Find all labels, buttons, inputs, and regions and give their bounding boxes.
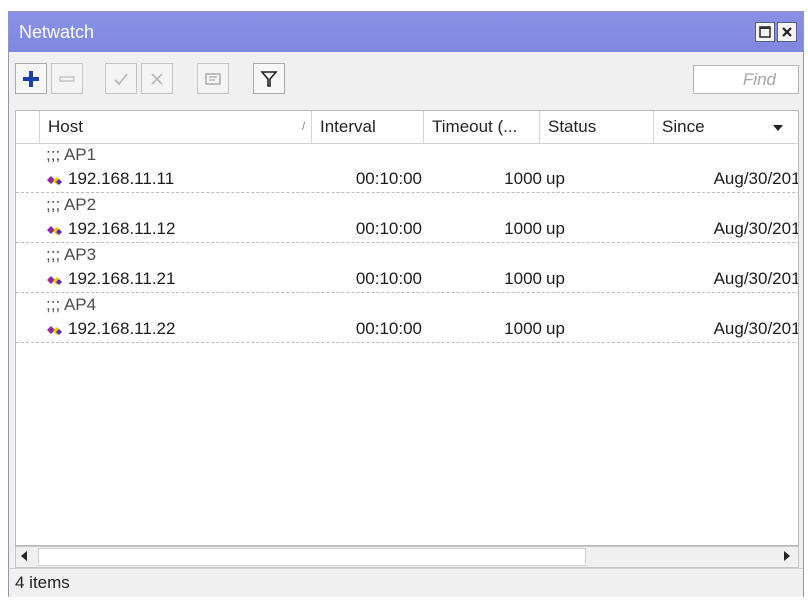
status-cell: up — [546, 319, 565, 338]
window-title: Netwatch — [19, 22, 95, 42]
host-icon — [47, 326, 62, 335]
host-cell: 192.168.11.11 — [68, 169, 175, 188]
toolbar — [9, 52, 803, 110]
chevron-down-icon — [773, 124, 783, 131]
timeout-cell: 1000 — [504, 219, 542, 238]
comment-row[interactable]: ;;; AP4 — [16, 293, 798, 319]
find-input[interactable] — [694, 66, 798, 93]
column-interval[interactable]: Interval — [312, 111, 424, 143]
comment-button[interactable] — [197, 63, 229, 94]
column-timeout[interactable]: Timeout (... — [424, 111, 540, 143]
filter-icon — [260, 70, 278, 87]
status-cell: up — [546, 219, 565, 238]
since-cell: Aug/30/2015 — [713, 219, 798, 238]
table-header: Host / Interval Timeout (... Status Sinc… — [16, 111, 798, 144]
enable-button[interactable] — [105, 63, 137, 94]
host-icon — [47, 226, 62, 235]
since-cell: Aug/30/2015 — [713, 319, 798, 338]
status-bar: 4 items — [9, 568, 803, 597]
disable-button[interactable] — [141, 63, 173, 94]
column-host[interactable]: Host — [40, 111, 312, 143]
remove-button[interactable] — [51, 63, 83, 94]
timeout-cell: 1000 — [504, 169, 542, 188]
entry-comment: ;;; AP3 — [46, 245, 97, 264]
column-menu-dropdown[interactable] — [772, 111, 784, 143]
disable-icon — [151, 72, 163, 85]
table-row[interactable]: 192.168.11.11 00:10:00 1000 up Aug/30/20… — [16, 167, 798, 193]
netwatch-table: Host / Interval Timeout (... Status Sinc… — [15, 110, 799, 546]
comment-row[interactable]: ;;; AP2 — [16, 193, 798, 219]
interval-cell: 00:10:00 — [355, 319, 422, 338]
host-cell: 192.168.11.21 — [68, 269, 176, 288]
item-count: 4 items — [15, 573, 70, 592]
since-cell: Aug/30/2015 — [713, 169, 798, 188]
maximize-icon — [759, 26, 771, 38]
arrow-right-icon — [784, 551, 790, 561]
status-cell: up — [546, 269, 565, 288]
status-cell: up — [546, 169, 565, 188]
timeout-cell: 1000 — [504, 319, 542, 338]
table-row[interactable]: 192.168.11.21 00:10:00 1000 up Aug/30/20… — [16, 267, 798, 293]
entry-comment: ;;; AP4 — [46, 295, 97, 314]
host-icon — [47, 176, 62, 185]
interval-cell: 00:10:00 — [355, 169, 422, 188]
timeout-cell: 1000 — [504, 269, 542, 288]
find-field[interactable] — [693, 65, 799, 94]
scrollbar-thumb[interactable] — [38, 548, 586, 566]
interval-cell: 00:10:00 — [355, 269, 422, 288]
table-row[interactable]: 192.168.11.12 00:10:00 1000 up Aug/30/20… — [16, 217, 798, 243]
scroll-left-button[interactable] — [19, 549, 29, 566]
enable-icon — [114, 72, 128, 85]
remove-icon — [59, 75, 75, 82]
column-status[interactable]: Status — [540, 111, 654, 143]
since-cell: Aug/30/2015 — [713, 269, 798, 288]
host-cell: 192.168.11.22 — [68, 319, 176, 338]
sort-icon: / — [302, 121, 306, 133]
comment-row[interactable]: ;;; AP3 — [16, 243, 798, 269]
add-button[interactable] — [15, 63, 47, 94]
maximize-button[interactable] — [755, 22, 775, 42]
scroll-right-button[interactable] — [782, 549, 792, 566]
header-spacer — [16, 111, 40, 143]
table-row[interactable]: 192.168.11.22 00:10:00 1000 up Aug/30/20… — [16, 317, 798, 343]
arrow-left-icon — [21, 551, 27, 561]
filter-button[interactable] — [253, 63, 285, 94]
comment-icon — [205, 72, 221, 85]
host-icon — [47, 276, 62, 285]
close-button[interactable] — [777, 22, 797, 42]
close-icon — [782, 27, 792, 37]
title-bar[interactable]: Netwatch — [9, 12, 803, 52]
entry-comment: ;;; AP1 — [46, 145, 97, 164]
interval-cell: 00:10:00 — [355, 219, 422, 238]
host-cell: 192.168.11.12 — [68, 219, 176, 238]
entry-comment: ;;; AP2 — [46, 195, 97, 214]
comment-row[interactable]: ;;; AP1 — [16, 143, 798, 169]
add-icon — [23, 70, 39, 87]
netwatch-window: Netwatch Find Host / Interval Timeout (.… — [8, 11, 804, 597]
horizontal-scrollbar[interactable] — [15, 546, 799, 568]
